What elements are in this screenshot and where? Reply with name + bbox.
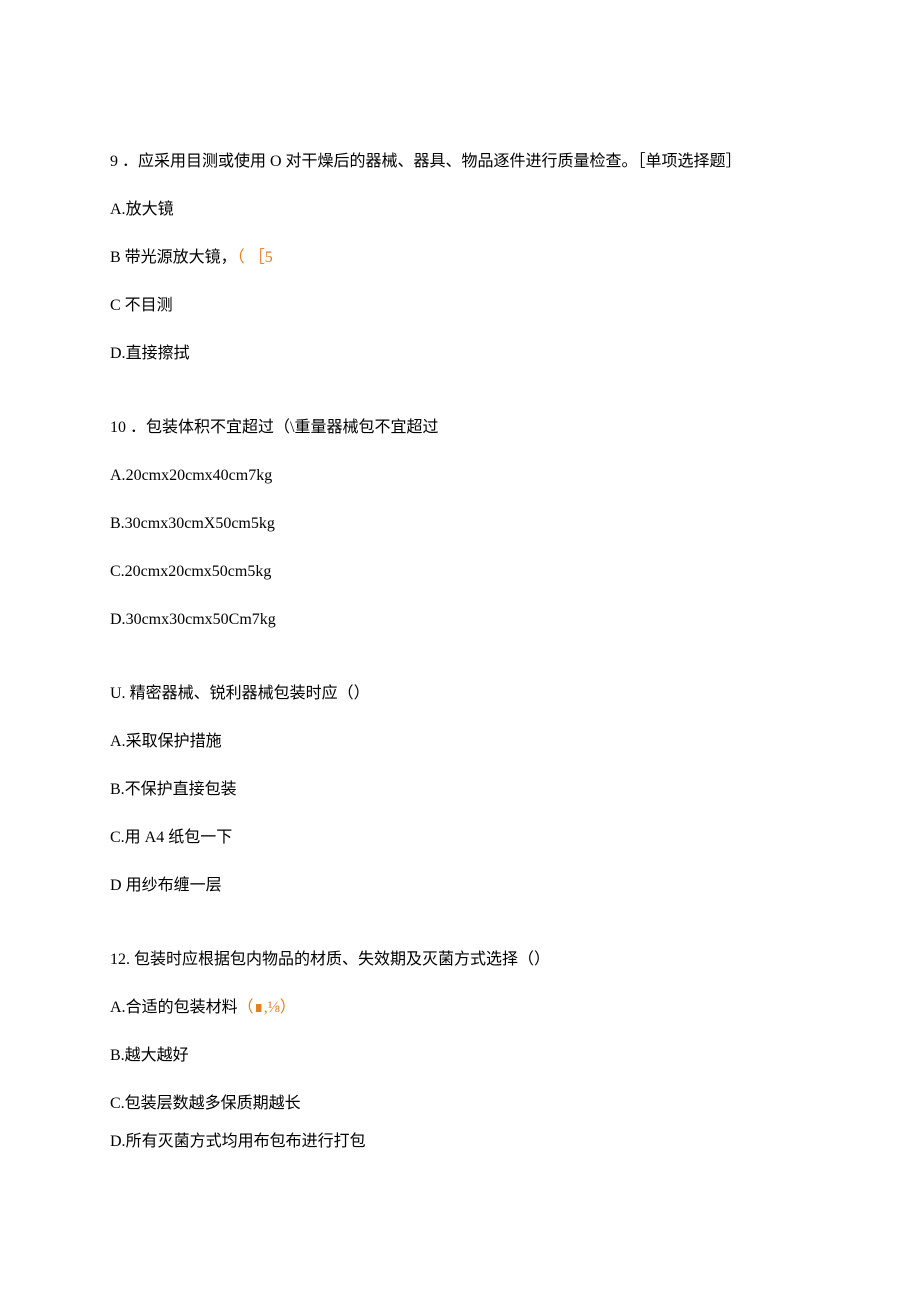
option-suffix: （ ［5 bbox=[237, 249, 273, 266]
option-c: C 不目测 bbox=[110, 294, 810, 318]
question-number: U. bbox=[110, 685, 126, 702]
option-text: 30cmx30cmX50cm5kg bbox=[125, 515, 275, 532]
option-text: 不保护直接包装 bbox=[125, 781, 237, 798]
option-b: B.不保护直接包装 bbox=[110, 778, 810, 802]
option-a: A.20cmx20cmx40cm7kg bbox=[110, 464, 810, 488]
option-text: 用 A4 纸包一下 bbox=[125, 829, 233, 846]
option-c: C.20cmx20cmx50cm5kg bbox=[110, 560, 810, 584]
option-a: A.采取保护措施 bbox=[110, 730, 810, 754]
question-body: 包装时应根据包内物品的材质、失效期及灭菌方式选择（） bbox=[130, 951, 550, 968]
option-text: 放大镜 bbox=[126, 201, 174, 218]
option-label: D. bbox=[110, 1133, 126, 1150]
question-body: ．应采用目测或使用 O 对干燥后的器械、器具、物品逐件进行质量检查。［单项选择题… bbox=[122, 153, 742, 170]
option-label: B. bbox=[110, 515, 125, 532]
option-text: 越大越好 bbox=[125, 1047, 189, 1064]
option-d: D 用纱布缠一层 bbox=[110, 874, 810, 898]
option-d: D.30cmx30cmx50Cm7kg bbox=[110, 608, 810, 632]
option-label: C. bbox=[110, 1095, 125, 1112]
question-12: 12. 包装时应根据包内物品的材质、失效期及灭菌方式选择（） A.合适的包装材料… bbox=[110, 948, 810, 1154]
question-10: 10 ．包装体积不宜超过（\重量器械包不宜超过 A.20cmx20cmx40cm… bbox=[110, 416, 810, 632]
option-text: 30cmx30cmx50Cm7kg bbox=[126, 611, 276, 628]
question-11: U. 精密器械、锐利器械包装时应（） A.采取保护措施 B.不保护直接包装 C.… bbox=[110, 682, 810, 898]
option-b: B.30cmx30cmX50cm5kg bbox=[110, 512, 810, 536]
question-number: 10 bbox=[110, 419, 126, 436]
option-label: B. bbox=[110, 1047, 125, 1064]
option-text: 不目测 bbox=[125, 297, 173, 314]
option-text: 20cmx20cmx50cm5kg bbox=[125, 563, 272, 580]
option-label: B bbox=[110, 249, 125, 266]
option-text: 直接擦拭 bbox=[126, 345, 190, 362]
option-label: A. bbox=[110, 733, 126, 750]
option-c: C.包装层数越多保质期越长 bbox=[110, 1092, 810, 1116]
option-label: A. bbox=[110, 467, 126, 484]
option-label: B. bbox=[110, 781, 125, 798]
option-suffix: （∎,⅛） bbox=[238, 999, 296, 1016]
option-d: D.所有灭菌方式均用布包布进行打包 bbox=[110, 1130, 810, 1154]
question-text: 12. 包装时应根据包内物品的材质、失效期及灭菌方式选择（） bbox=[110, 948, 810, 972]
question-number: 12. bbox=[110, 951, 130, 968]
option-text: 合适的包装材料 bbox=[126, 999, 238, 1016]
option-label: D bbox=[110, 877, 126, 894]
option-label: C bbox=[110, 297, 125, 314]
option-label: C. bbox=[110, 829, 125, 846]
option-b: B 带光源放大镜，（ ［5 bbox=[110, 246, 810, 270]
option-label: A. bbox=[110, 999, 126, 1016]
option-d: D.直接擦拭 bbox=[110, 342, 810, 366]
option-text: 用纱布缠一层 bbox=[126, 877, 222, 894]
option-label: C. bbox=[110, 563, 125, 580]
question-9: 9 ．应采用目测或使用 O 对干燥后的器械、器具、物品逐件进行质量检查。［单项选… bbox=[110, 150, 810, 366]
option-b: B.越大越好 bbox=[110, 1044, 810, 1068]
document-page: 9 ．应采用目测或使用 O 对干燥后的器械、器具、物品逐件进行质量检查。［单项选… bbox=[0, 0, 920, 1301]
option-text: 采取保护措施 bbox=[126, 733, 222, 750]
question-number: 9 bbox=[110, 153, 118, 170]
option-label: D. bbox=[110, 611, 126, 628]
option-a: A.合适的包装材料（∎,⅛） bbox=[110, 996, 810, 1020]
option-c: C.用 A4 纸包一下 bbox=[110, 826, 810, 850]
question-text: 10 ．包装体积不宜超过（\重量器械包不宜超过 bbox=[110, 416, 810, 440]
question-body: 精密器械、锐利器械包装时应（） bbox=[126, 685, 370, 702]
question-body: ．包装体积不宜超过（\重量器械包不宜超过 bbox=[130, 419, 438, 436]
question-text: 9 ．应采用目测或使用 O 对干燥后的器械、器具、物品逐件进行质量检查。［单项选… bbox=[110, 150, 810, 174]
option-text: 20cmx20cmx40cm7kg bbox=[126, 467, 273, 484]
option-label: D. bbox=[110, 345, 126, 362]
option-text: 包装层数越多保质期越长 bbox=[125, 1095, 301, 1112]
option-a: A.放大镜 bbox=[110, 198, 810, 222]
question-text: U. 精密器械、锐利器械包装时应（） bbox=[110, 682, 810, 706]
option-text: 带光源放大镜， bbox=[125, 249, 237, 266]
option-text: 所有灭菌方式均用布包布进行打包 bbox=[126, 1133, 366, 1150]
option-label: A. bbox=[110, 201, 126, 218]
